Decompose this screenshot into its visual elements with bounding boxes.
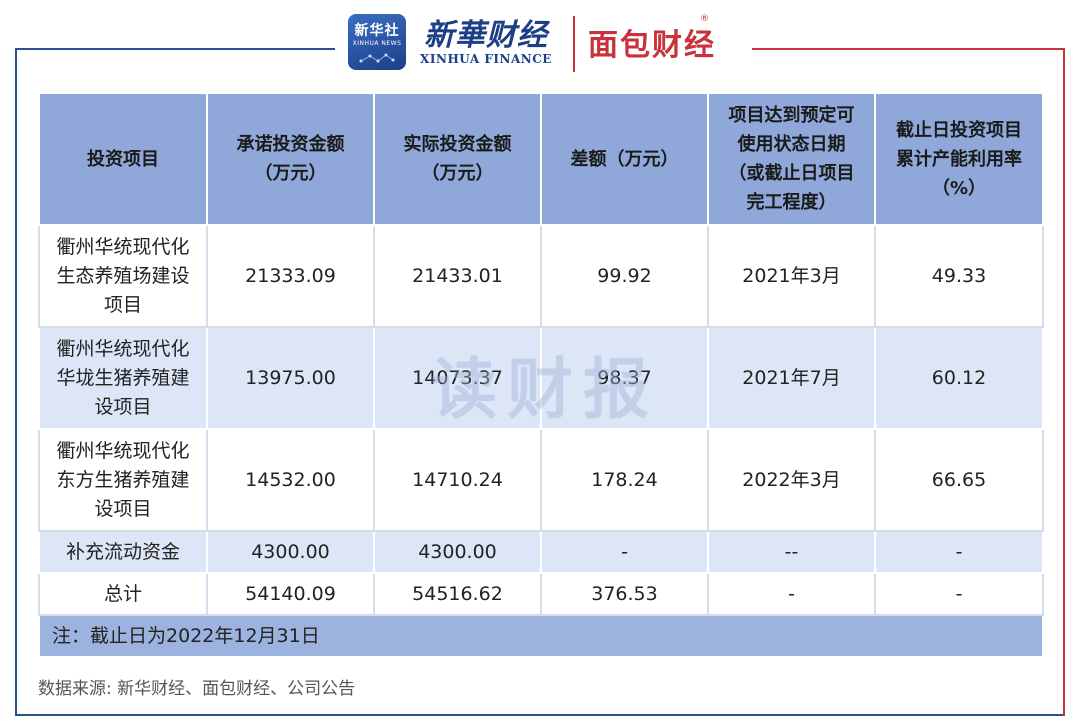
cell-committed: 54140.09 xyxy=(206,572,375,616)
cell-committed: 14532.00 xyxy=(206,428,375,532)
cell-difference: - xyxy=(540,530,709,574)
cell-difference: 99.92 xyxy=(540,224,709,328)
table-row: 衢州华统现代化 东方生猪养殖建 设项目 14532.00 14710.24 178.… xyxy=(38,428,1044,532)
table-row: 补充流动资金 4300.00 4300.00 - -- - xyxy=(38,530,1044,574)
cell-project: 衢州华统现代化 生态养殖场建设 项目 xyxy=(38,224,208,328)
header-ready-date: 项目达到预定可 使用状态日期 （或截止日项目 完工程度） xyxy=(707,92,876,226)
cell-difference: 98.37 xyxy=(540,326,709,430)
header-actual-amount: 实际投资金额 （万元） xyxy=(373,92,542,226)
xinhua-badge-text: 新华社 xyxy=(354,23,400,39)
header-utilization-rate: 截止日投资项目 累计产能利用率 （%） xyxy=(874,92,1044,226)
table-row: 衢州华统现代化 华垅生猪养殖建 设项目 13975.00 14073.37 98.3… xyxy=(38,326,1044,430)
investment-table: 投资项目 承诺投资金额 （万元） 实际投资金额 （万元） 差额（万元） 项目达到预定… xyxy=(38,92,1044,658)
cell-actual: 21433.01 xyxy=(373,224,542,328)
logo-divider xyxy=(573,16,575,72)
cell-project: 补充流动资金 xyxy=(38,530,208,574)
table-note: 注：截止日为2022年12月31日 xyxy=(38,614,1044,658)
registered-mark: ® xyxy=(700,14,709,24)
network-dots-icon xyxy=(359,53,395,63)
table-note-row: 注：截止日为2022年12月31日 xyxy=(38,614,1044,658)
cell-actual: 4300.00 xyxy=(373,530,542,574)
cell-committed: 4300.00 xyxy=(206,530,375,574)
cell-rate: - xyxy=(874,530,1044,574)
frame-line-right-top xyxy=(752,48,1065,50)
xinhua-badge-sub: XINHUA NEWS xyxy=(352,40,402,47)
header-difference: 差额（万元） xyxy=(540,92,709,226)
cell-actual: 14073.37 xyxy=(373,326,542,430)
cell-difference: 376.53 xyxy=(540,572,709,616)
cell-project: 衢州华统现代化 东方生猪养殖建 设项目 xyxy=(38,428,208,532)
cell-committed: 13975.00 xyxy=(206,326,375,430)
cell-rate: 49.33 xyxy=(874,224,1044,328)
cell-date: 2021年3月 xyxy=(707,224,876,328)
cell-rate: 60.12 xyxy=(874,326,1044,430)
cell-date: 2022年3月 xyxy=(707,428,876,532)
xinhua-news-logo: 新华社 XINHUA NEWS xyxy=(348,14,406,70)
cell-rate: 66.65 xyxy=(874,428,1044,532)
cell-difference: 178.24 xyxy=(540,428,709,532)
table-header-row: 投资项目 承诺投资金额 （万元） 实际投资金额 （万元） 差额（万元） 项目达到预定… xyxy=(38,92,1044,226)
cell-date: -- xyxy=(707,530,876,574)
cell-actual: 54516.62 xyxy=(373,572,542,616)
cell-project: 总计 xyxy=(38,572,208,616)
cell-date: 2021年7月 xyxy=(707,326,876,430)
frame-line-right xyxy=(1063,48,1065,716)
table-row: 衢州华统现代化 生态养殖场建设 项目 21333.09 21433.01 99.92… xyxy=(38,224,1044,328)
frame-line-left-top xyxy=(15,48,335,50)
cell-date: - xyxy=(707,572,876,616)
frame-line-left xyxy=(15,48,17,716)
cell-project: 衢州华统现代化 华垅生猪养殖建 设项目 xyxy=(38,326,208,430)
cell-committed: 21333.09 xyxy=(206,224,375,328)
xinhua-finance-logo-subtitle: XINHUA FINANCE xyxy=(420,52,552,66)
header-committed-amount: 承诺投资金额 （万元） xyxy=(206,92,375,226)
cell-actual: 14710.24 xyxy=(373,428,542,532)
table-total-row: 总计 54140.09 54516.62 376.53 - - xyxy=(38,572,1044,616)
header-project: 投资项目 xyxy=(38,92,208,226)
cell-rate: - xyxy=(874,572,1044,616)
mianbao-finance-logo-text: 面包财经 xyxy=(588,28,716,63)
frame-line-bottom xyxy=(15,714,1065,716)
xinhua-finance-logo-text: 新華财经 xyxy=(424,18,548,53)
data-source: 数据来源: 新华财经、面包财经、公司公告 xyxy=(38,679,356,699)
